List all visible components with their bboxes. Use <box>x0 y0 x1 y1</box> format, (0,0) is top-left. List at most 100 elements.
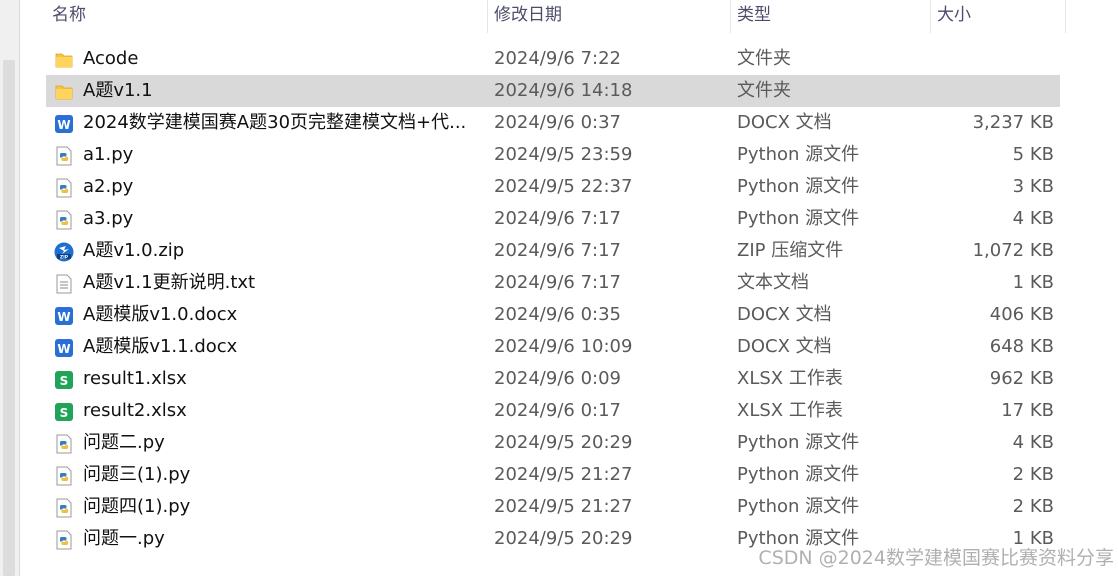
svg-text:S: S <box>60 406 69 420</box>
file-type: XLSX 工作表 <box>737 368 843 389</box>
python-file-icon <box>54 145 74 166</box>
file-date-modified: 2024/9/6 7:17 <box>494 208 621 229</box>
file-date-modified: 2024/9/5 21:27 <box>494 464 633 485</box>
file-type: Python 源文件 <box>737 464 860 485</box>
file-date-modified: 2024/9/5 20:29 <box>494 528 633 549</box>
file-size: 5 KB <box>1012 144 1054 165</box>
python-file-icon <box>54 529 74 550</box>
file-name: A题v1.0.zip <box>83 240 185 261</box>
file-row[interactable]: Acode 2024/9/6 7:22 文件夹 <box>46 43 1060 75</box>
file-date-modified: 2024/9/5 21:27 <box>494 496 633 517</box>
file-type: Python 源文件 <box>737 144 860 165</box>
zip-archive-icon: ZIP <box>54 241 74 262</box>
svg-text:ZIP: ZIP <box>60 254 69 260</box>
file-size: 17 KB <box>1001 400 1054 421</box>
spreadsheet-icon: S <box>54 401 74 421</box>
file-date-modified: 2024/9/6 7:22 <box>494 48 621 69</box>
file-date-modified: 2024/9/6 0:17 <box>494 400 621 421</box>
file-name: a2.py <box>83 176 134 197</box>
svg-text:W: W <box>57 342 70 356</box>
file-size: 962 KB <box>989 368 1054 389</box>
file-name: 2024数学建模国赛A题30页完整建模文档+代... <box>83 112 467 133</box>
scrollbar-thumb[interactable] <box>3 60 15 576</box>
file-row[interactable]: a1.py 2024/9/5 23:59 Python 源文件 5 KB <box>46 139 1060 171</box>
file-name: 问题二.py <box>83 432 165 453</box>
file-size: 1 KB <box>1012 272 1054 293</box>
file-size: 4 KB <box>1012 208 1054 229</box>
file-size: 2 KB <box>1012 496 1054 517</box>
svg-text:S: S <box>60 374 69 388</box>
file-size: 2 KB <box>1012 464 1054 485</box>
file-type: DOCX 文档 <box>737 336 832 357</box>
column-header-date-modified[interactable]: 修改日期 <box>488 0 731 33</box>
file-date-modified: 2024/9/6 0:37 <box>494 112 621 133</box>
file-name: A题v1.1更新说明.txt <box>83 272 256 293</box>
file-type: DOCX 文档 <box>737 304 832 325</box>
file-size: 648 KB <box>989 336 1054 357</box>
column-header-bar: 名称 修改日期 类型 大小 <box>46 0 1066 33</box>
file-date-modified: 2024/9/6 0:09 <box>494 368 621 389</box>
file-row[interactable]: Sresult2.xlsx 2024/9/6 0:17 XLSX 工作表 17 KB <box>46 395 1060 427</box>
file-date-modified: 2024/9/6 7:17 <box>494 240 621 261</box>
svg-text:W: W <box>57 118 70 132</box>
file-type: XLSX 工作表 <box>737 400 843 421</box>
file-name: Acode <box>83 48 139 69</box>
file-size: 3,237 KB <box>972 112 1054 133</box>
file-type: ZIP 压缩文件 <box>737 240 844 261</box>
file-name: A题模版v1.1.docx <box>83 336 238 357</box>
file-row[interactable]: A题v1.1 2024/9/6 14:18 文件夹 <box>46 75 1060 107</box>
word-doc-icon: W <box>54 337 74 357</box>
file-name: result2.xlsx <box>83 400 187 421</box>
column-header-type[interactable]: 类型 <box>731 0 931 33</box>
file-type: Python 源文件 <box>737 432 860 453</box>
file-row[interactable]: W 2024数学建模国赛A题30页完整建模文档+代... 2024/9/6 0:37… <box>46 107 1060 139</box>
file-date-modified: 2024/9/6 14:18 <box>494 80 633 101</box>
python-file-icon <box>54 465 74 486</box>
watermark: CSDN @2024数学建模国赛比赛资料分享 <box>758 547 1114 569</box>
file-row[interactable]: a3.py 2024/9/6 7:17 Python 源文件 4 KB <box>46 203 1060 235</box>
file-type: 文件夹 <box>737 48 791 69</box>
python-file-icon <box>54 433 74 454</box>
file-name: A题模版v1.0.docx <box>83 304 238 325</box>
file-type: DOCX 文档 <box>737 112 832 133</box>
file-size: 4 KB <box>1012 432 1054 453</box>
file-name: 问题一.py <box>83 528 165 549</box>
column-header-size[interactable]: 大小 <box>931 0 1066 33</box>
file-date-modified: 2024/9/5 20:29 <box>494 432 633 453</box>
file-row[interactable]: 问题二.py 2024/9/5 20:29 Python 源文件 4 KB <box>46 427 1060 459</box>
file-type: Python 源文件 <box>737 496 860 517</box>
file-size: 1,072 KB <box>972 240 1054 261</box>
file-row[interactable]: W A题模版v1.1.docx 2024/9/6 10:09 DOCX 文档 648 K… <box>46 331 1060 363</box>
folder-icon <box>54 49 74 69</box>
file-name: a3.py <box>83 208 134 229</box>
folder-icon <box>54 81 74 101</box>
file-row[interactable]: 问题四(1).py 2024/9/5 21:27 Python 源文件 2 KB <box>46 491 1060 523</box>
file-date-modified: 2024/9/5 22:37 <box>494 176 633 197</box>
file-type: 文本文档 <box>737 272 809 293</box>
spreadsheet-icon: S <box>54 369 74 389</box>
file-row[interactable]: ZIP A题v1.0.zip 2024/9/6 7:17 ZIP 压缩文件 1,072 … <box>46 235 1060 267</box>
file-name: result1.xlsx <box>83 368 187 389</box>
file-row[interactable]: W A题模版v1.0.docx 2024/9/6 0:35 DOCX 文档 406 KB <box>46 299 1060 331</box>
file-date-modified: 2024/9/5 23:59 <box>494 144 633 165</box>
file-date-modified: 2024/9/6 0:35 <box>494 304 621 325</box>
file-row[interactable]: A题v1.1更新说明.txt 2024/9/6 7:17 文本文档 1 KB <box>46 267 1060 299</box>
file-name: 问题四(1).py <box>83 496 191 517</box>
file-date-modified: 2024/9/6 10:09 <box>494 336 633 357</box>
file-name: a1.py <box>83 144 134 165</box>
text-file-icon <box>54 273 74 294</box>
file-type: Python 源文件 <box>737 176 860 197</box>
left-scrollbar[interactable] <box>0 0 20 576</box>
file-name: 问题三(1).py <box>83 464 191 485</box>
file-date-modified: 2024/9/6 7:17 <box>494 272 621 293</box>
file-row[interactable]: 问题三(1).py 2024/9/5 21:27 Python 源文件 2 KB <box>46 459 1060 491</box>
svg-text:W: W <box>57 310 70 324</box>
column-header-name[interactable]: 名称 <box>46 0 488 33</box>
file-size: 406 KB <box>989 304 1054 325</box>
word-doc-icon: W <box>54 305 74 325</box>
python-file-icon <box>54 497 74 518</box>
file-list: Acode 2024/9/6 7:22 文件夹 A题v1.1 2024/9/6 14:1… <box>46 43 1060 555</box>
file-row[interactable]: Sresult1.xlsx 2024/9/6 0:09 XLSX 工作表 962 KB <box>46 363 1060 395</box>
file-name: A题v1.1 <box>83 80 153 101</box>
file-row[interactable]: a2.py 2024/9/5 22:37 Python 源文件 3 KB <box>46 171 1060 203</box>
